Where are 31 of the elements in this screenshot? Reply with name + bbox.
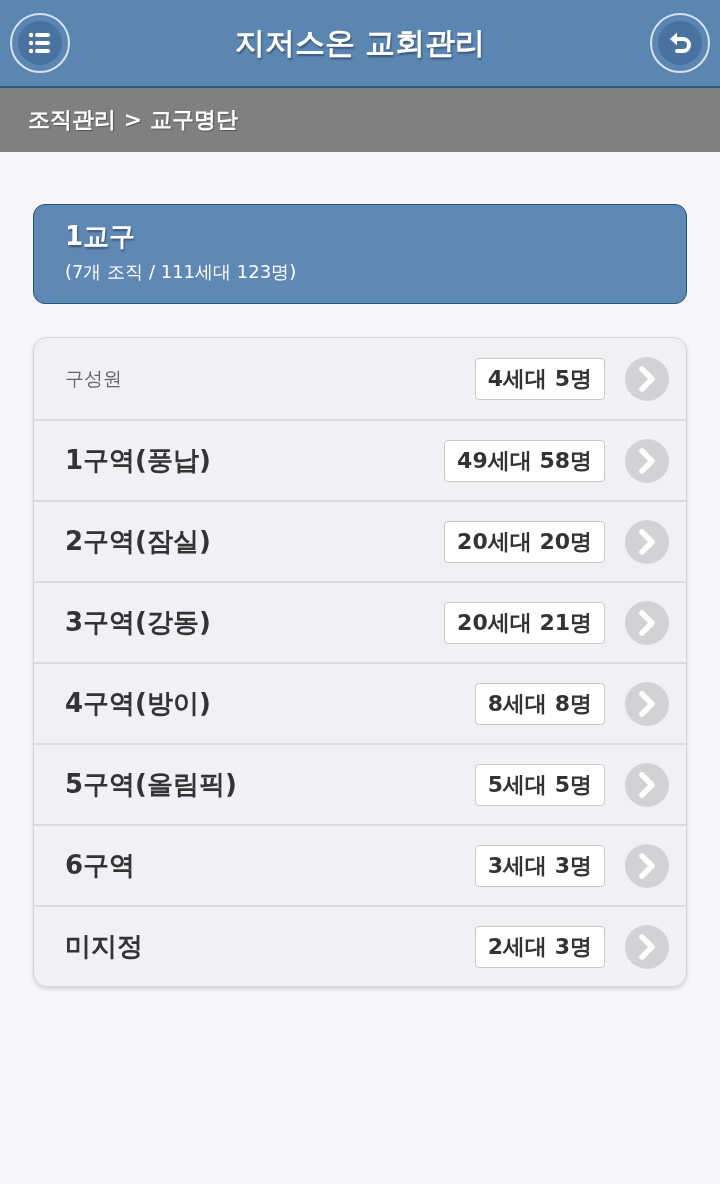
group-name: 1구역(풍납) (65, 444, 212, 477)
count-tag: 20세대 20명 (444, 520, 605, 563)
group-name: 4구역(방이) (65, 687, 212, 720)
chevron-right-icon[interactable] (625, 681, 669, 726)
count-tag: 8세대 8명 (474, 682, 605, 725)
group-name: 2구역(잠실) (65, 525, 212, 558)
chevron-right-icon[interactable] (625, 762, 669, 807)
group-name: 6구역 (65, 849, 137, 882)
menu-icon (18, 21, 62, 65)
breadcrumb-text: 조직관리 > 교구명단 (28, 106, 238, 134)
chevron-right-icon[interactable] (625, 519, 669, 564)
count-tag: 5세대 5명 (474, 763, 605, 806)
district-title: 1교구 (65, 220, 137, 253)
chevron-right-icon[interactable] (625, 600, 669, 645)
chevron-right-icon[interactable] (625, 843, 669, 888)
chevron-right-icon[interactable] (625, 356, 669, 401)
count-tag: 20세대 21명 (444, 601, 605, 644)
count-tag: 3세대 3명 (474, 844, 605, 887)
group-name: 5구역(올림픽) (65, 768, 238, 801)
group-name: 구성원 (65, 365, 123, 391)
menu-button[interactable] (10, 13, 70, 73)
group-name: 미지정 (65, 930, 144, 963)
chevron-right-icon[interactable] (625, 924, 669, 969)
district-summary: (7개 조직 / 111세대 123명) (65, 260, 298, 284)
count-tag: 2세대 3명 (474, 925, 605, 968)
group-name: 3구역(강동) (65, 606, 212, 639)
count-tag: 49세대 58명 (444, 439, 605, 482)
back-button[interactable] (650, 13, 710, 73)
app-title: 지저스온 교회관리 (234, 23, 486, 62)
chevron-right-icon[interactable] (625, 438, 669, 483)
count-tag: 4세대 5명 (474, 357, 605, 400)
